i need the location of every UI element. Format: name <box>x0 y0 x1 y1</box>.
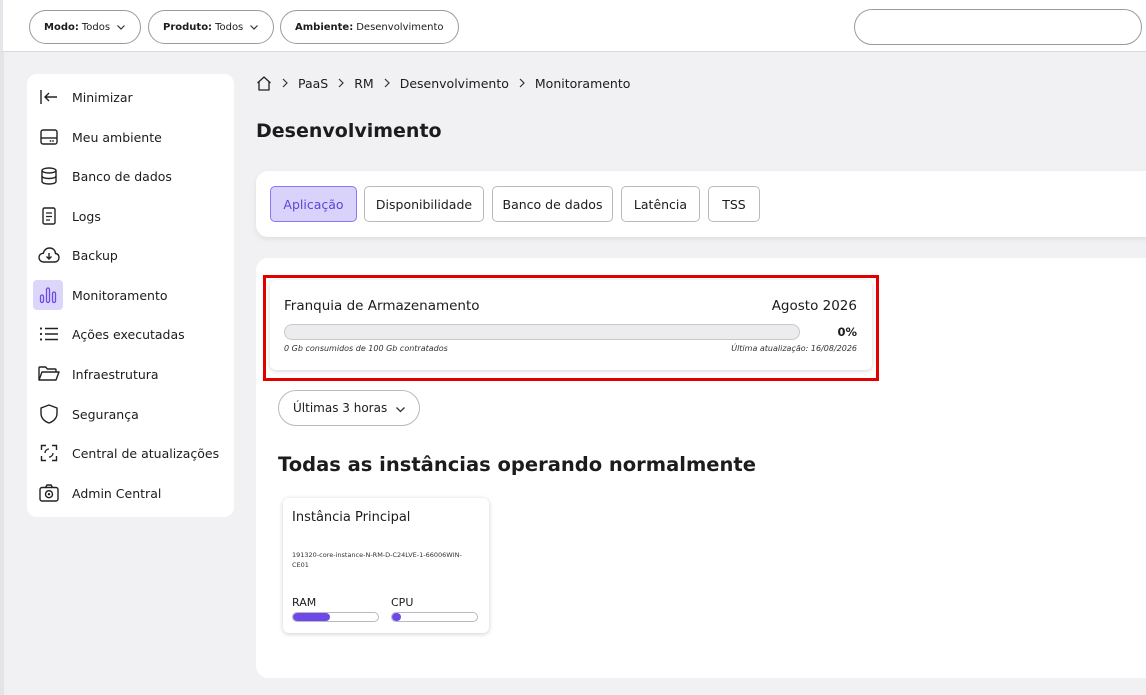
instances-status-heading: Todas as instâncias operando normalmente <box>278 453 756 476</box>
breadcrumb-item-desenvolvimento[interactable]: Desenvolvimento <box>400 76 509 91</box>
instance-id: 191320-core-instance-N-RM-D-C24LVE-1-660… <box>292 551 462 569</box>
ram-usage-fill <box>293 613 330 621</box>
environment-filter-key: Ambiente: <box>295 21 354 33</box>
sidebar-item-acoes-executadas[interactable]: Ações executadas <box>27 319 234 349</box>
home-icon[interactable] <box>256 75 272 91</box>
storage-percent: 0% <box>837 325 857 339</box>
chevron-right-icon <box>519 78 525 88</box>
collapse-left-icon <box>38 86 60 108</box>
folder-icon <box>38 363 60 385</box>
environment-filter[interactable]: Ambiente: Desenvolvimento <box>280 10 459 44</box>
sidebar-item-banco-de-dados[interactable]: Banco de dados <box>27 161 234 191</box>
sidebar-item-central-de-atualizacoes[interactable]: Central de atualizações <box>27 438 234 468</box>
ram-usage-bar <box>292 612 379 622</box>
storage-used-text: 0 Gb consumidos de 100 Gb contratados <box>284 344 448 353</box>
page-title: Desenvolvimento <box>256 120 442 142</box>
bar-chart-icon <box>33 280 63 310</box>
storage-quota-month: Agosto 2026 <box>771 298 857 314</box>
sidebar-item-admin-central[interactable]: Admin Central <box>27 478 234 508</box>
sidebar-item-label: Backup <box>72 247 118 263</box>
sidebar-item-seguranca[interactable]: Segurança <box>27 399 234 429</box>
cpu-usage-bar <box>391 612 478 622</box>
document-icon <box>38 205 60 227</box>
breadcrumb-item-monitoramento: Monitoramento <box>534 75 631 91</box>
sidebar-item-infraestrutura[interactable]: Infraestrutura <box>27 359 234 389</box>
ram-label: RAM <box>292 596 317 609</box>
chevron-down-icon <box>117 25 125 30</box>
mode-filter-dropdown[interactable]: Modo: Todos <box>29 10 142 44</box>
sidebar-item-monitoramento[interactable]: Monitoramento <box>27 280 234 310</box>
product-filter-key: Produto: <box>163 21 213 33</box>
shield-icon <box>38 403 60 425</box>
storage-updated-text: Última atualização: 16/08/2026 <box>731 344 857 353</box>
tab-aplicacao[interactable]: Aplicação <box>270 186 357 222</box>
storage-quota-title: Franquia de Armazenamento <box>284 298 480 314</box>
top-filter-bar: Modo: Todos Produto: Todos Ambiente: Des… <box>0 0 1146 52</box>
chevron-down-icon <box>250 25 259 30</box>
time-range-value: Últimas 3 horas <box>293 401 388 415</box>
left-edge-strip <box>0 52 4 695</box>
tabs-panel: Aplicação Disponibilidade Banco de dados… <box>256 171 1146 237</box>
sidebar-item-label: Logs <box>72 208 101 224</box>
cpu-label: CPU <box>391 596 414 609</box>
sidebar: Minimizar Meu ambiente Banco de dados Lo… <box>27 74 234 517</box>
sidebar-item-meu-ambiente[interactable]: Meu ambiente <box>27 122 234 152</box>
chevron-down-icon <box>396 407 405 413</box>
sidebar-item-label: Banco de dados <box>72 168 172 184</box>
sidebar-item-label: Infraestrutura <box>72 366 159 382</box>
search-input[interactable] <box>854 9 1142 45</box>
tab-latencia[interactable]: Latência <box>621 186 700 222</box>
instance-card[interactable]: Instância Principal 191320-core-instance… <box>283 498 489 633</box>
sidebar-item-label: Central de atualizações <box>72 445 220 461</box>
camera-settings-icon <box>38 482 60 504</box>
tab-banco-de-dados[interactable]: Banco de dados <box>492 186 613 222</box>
breadcrumb-item-paas[interactable]: PaaS <box>298 76 328 91</box>
chevron-right-icon <box>338 78 345 88</box>
database-icon <box>38 165 60 187</box>
sidebar-item-label: Admin Central <box>72 485 162 501</box>
product-filter-value: Todos <box>215 21 244 33</box>
storage-progress-bar <box>284 324 800 340</box>
sidebar-item-label: Monitoramento <box>72 287 168 303</box>
sidebar-item-label: Minimizar <box>72 89 133 105</box>
refresh-icon <box>38 442 60 464</box>
instance-title: Instância Principal <box>292 510 411 525</box>
sidebar-item-backup[interactable]: Backup <box>27 240 234 270</box>
breadcrumb: PaaS RM Desenvolvimento Monitoramento <box>256 74 630 92</box>
mode-filter-value: Todos <box>81 21 111 33</box>
environment-filter-value: Desenvolvimento <box>356 21 444 33</box>
breadcrumb-item-rm[interactable]: RM <box>354 76 373 91</box>
sidebar-item-label: Ações executadas <box>72 326 185 342</box>
server-icon <box>38 126 60 148</box>
sidebar-item-label: Meu ambiente <box>72 129 162 145</box>
sidebar-item-minimizar[interactable]: Minimizar <box>27 82 234 112</box>
product-filter-dropdown[interactable]: Produto: Todos <box>148 10 275 44</box>
chevron-right-icon <box>384 78 390 88</box>
cloud-download-icon <box>38 244 60 266</box>
sidebar-item-logs[interactable]: Logs <box>27 201 234 231</box>
tab-disponibilidade[interactable]: Disponibilidade <box>364 186 484 222</box>
time-range-dropdown[interactable]: Últimas 3 horas <box>278 390 420 426</box>
sidebar-item-label: Segurança <box>72 406 139 422</box>
list-icon <box>38 323 60 345</box>
cpu-usage-fill <box>392 613 401 621</box>
mode-filter-key: Modo: <box>44 21 79 33</box>
chevron-right-icon <box>282 78 288 88</box>
tab-tss[interactable]: TSS <box>708 186 760 222</box>
